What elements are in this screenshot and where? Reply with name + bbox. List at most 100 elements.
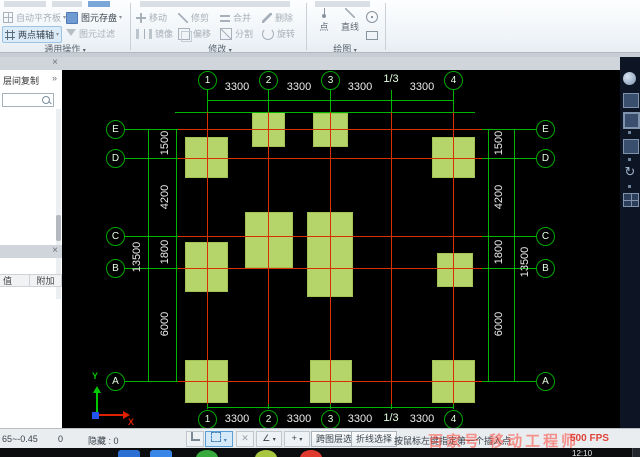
axis-bubble[interactable]: A [536,372,555,391]
ortho-toggle[interactable] [186,431,204,447]
axis-bubble[interactable]: B [106,259,125,278]
chevron-down-icon: ▾ [119,15,123,21]
search-input[interactable] [2,93,54,107]
clipped-toolbar-row [315,1,370,7]
split-button[interactable]: 分割 [220,26,253,41]
axis-bubble[interactable]: 2 [259,71,278,90]
polyline-select-button[interactable]: 折线选择 [351,431,398,447]
axis-bubble[interactable]: 2 [259,410,278,428]
clipped-toolbar-row [52,1,82,7]
save-icon [66,11,78,24]
move-button[interactable]: 移动 [136,10,167,25]
axis-bubble[interactable]: 4 [444,71,463,90]
red-grid-line [207,112,208,404]
two-point-aux-axis-button[interactable]: 两点辅轴 ▾ [2,26,63,43]
panel-scrollbar[interactable] [56,109,61,299]
rect-select-toggle[interactable]: ▾ [205,431,233,447]
dropdown-dot-icon[interactable] [628,185,631,188]
rotate-view-icon[interactable]: ↻ [623,165,637,179]
taskbar-app-icon[interactable] [118,450,140,457]
snap-toggle[interactable]: + ▾ [284,431,310,447]
rotate-button[interactable]: 旋转 [262,26,295,41]
dimension-text: 1500 [493,130,505,156]
windows-taskbar: 12:10 [0,448,640,457]
drawing-canvas[interactable]: 3300 3300 3300 3300 3300 3300 3300 3300 … [62,57,620,428]
mirror-button[interactable]: 镜像 [136,26,173,41]
count-value: 0 [58,434,64,444]
line-tool-button[interactable]: 直线 [338,8,362,33]
ribbon-toolbar: 自动平齐板 ▾ 两点辅轴 ▾ 图元存盘 ▾ 图元过滤 通用操作 ▾ 移动 修剪 … [0,0,640,58]
dimension-text: 3300 [224,413,250,425]
axis-bubble[interactable]: 3 [321,71,340,90]
red-grid-line [178,129,482,130]
clipped-toolbar-row [88,1,110,7]
dropdown-dot-icon[interactable] [628,158,631,161]
ribbon-separator [130,3,131,50]
taskbar-app-icon[interactable] [255,450,277,457]
auto-align-slab-label: 自动平齐板 [16,13,62,23]
axis-label-1-3[interactable]: 1/3 [383,412,398,424]
red-grid-line [178,236,482,237]
show-desktop-button[interactable] [632,448,640,457]
column[interactable] [437,253,473,287]
chevron-down-icon: ▾ [223,438,227,444]
iso-view-icon[interactable] [623,93,639,108]
taskbar-app-icon[interactable] [196,450,218,457]
table-view-icon[interactable] [623,193,639,207]
scrollbar-thumb[interactable] [56,215,61,241]
line-icon [345,8,355,18]
taskbar-app-icon[interactable] [150,450,172,457]
offset-button[interactable]: 偏移 [178,26,211,42]
dimension-text: 1800 [493,239,505,265]
dimension-text: 3300 [224,81,250,93]
axis-bubble[interactable]: 1 [198,410,217,428]
axis-bubble[interactable]: D [536,149,555,168]
dimension-text: 3300 [286,81,312,93]
axis-grid-icon [5,29,15,40]
axis-bubble[interactable]: C [536,227,555,246]
right-dimension-line [488,129,489,381]
chevron-right-icon[interactable]: » [52,73,57,83]
axis-bubble[interactable]: E [536,120,555,139]
left-sidebar: × 层间复制 » × 值 附加 [0,57,63,428]
grid-icon [3,12,13,23]
deselect-toggle[interactable]: ✕ [236,431,254,447]
axis-label-1-3[interactable]: 1/3 [383,73,398,85]
taskbar-app-icon[interactable] [300,450,322,457]
rectangle-icon [366,31,378,40]
orbit-view-icon[interactable] [623,72,636,85]
axis-bubble[interactable]: B [536,259,555,278]
close-icon[interactable]: × [52,57,58,69]
cube-view-icon[interactable] [623,139,639,154]
element-filter-button[interactable]: 图元过滤 [66,26,115,41]
dimension-text: 3300 [286,413,312,425]
auto-align-slab-button[interactable]: 自动平齐板 ▾ [3,10,66,25]
ucs-origin-icon [92,412,99,419]
overall-dimension-text: 13500 [519,246,531,278]
close-icon[interactable]: × [52,245,58,257]
axis-bubble[interactable]: 4 [444,410,463,428]
clipped-toolbar-row [140,1,290,7]
dropdown-dot-icon[interactable] [628,131,631,134]
merge-button[interactable]: 合并 [220,10,251,25]
circle-icon [366,11,378,23]
axis-bubble[interactable]: A [106,372,125,391]
axis-bubble[interactable]: 1 [198,71,217,90]
point-tool-button[interactable]: 点 [312,8,336,33]
panel-titlebar: × [0,57,62,70]
delete-button[interactable]: 删除 [262,10,293,25]
box-view-icon[interactable] [623,112,640,129]
top-overall-line [175,112,475,113]
fps-counter: 500 FPS [570,433,609,444]
angle-toggle[interactable]: ∠ ▾ [256,431,282,447]
axis-bubble[interactable]: 3 [321,410,340,428]
axis-bubble[interactable]: D [106,149,125,168]
column[interactable] [245,212,293,268]
trim-button[interactable]: 修剪 [178,10,209,25]
split-icon [220,27,232,40]
element-save-button[interactable]: 图元存盘 ▾ [66,10,122,25]
axis-bubble[interactable]: C [106,227,125,246]
interlayer-copy-button[interactable]: 层间复制 [3,74,39,87]
axis-bubble[interactable]: E [106,120,125,139]
circle-tool-button[interactable] [366,10,381,28]
